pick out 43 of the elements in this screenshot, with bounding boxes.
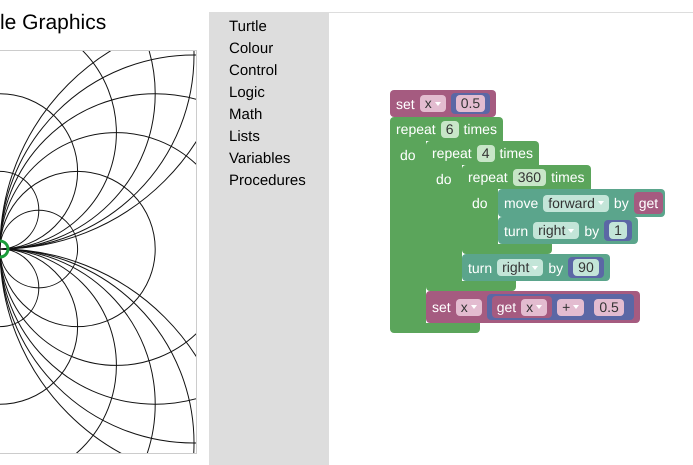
block-label: by: [584, 222, 600, 240]
block-label: repeat: [396, 120, 436, 138]
repeat-count-field[interactable]: 6: [440, 120, 458, 138]
block-label: get: [496, 298, 516, 316]
repeat-count-field[interactable]: 4: [476, 144, 494, 162]
variable-dropdown[interactable]: x: [521, 298, 548, 316]
number-field[interactable]: 1: [609, 222, 627, 239]
toolbox-category[interactable]: Lists: [209, 126, 329, 148]
block-label: move: [504, 194, 538, 212]
variable-dropdown[interactable]: x: [420, 95, 446, 112]
number-field[interactable]: 0.5: [594, 298, 624, 316]
block-label: do: [436, 171, 452, 187]
variable-dropdown[interactable]: x: [456, 298, 482, 316]
block-label: turn: [468, 258, 492, 276]
block-label: times: [500, 144, 533, 162]
number-field[interactable]: 0.5: [456, 95, 486, 112]
turtle-icon: [0, 240, 10, 258]
block-label: repeat: [432, 144, 472, 162]
block-label: set: [432, 298, 451, 316]
page-title: le Graphics: [0, 10, 108, 36]
toolbox-category[interactable]: Logic: [209, 82, 329, 104]
block-label: repeat: [468, 168, 508, 186]
direction-dropdown[interactable]: right: [497, 259, 544, 276]
block-label: by: [548, 258, 564, 276]
direction-dropdown[interactable]: forward: [543, 194, 609, 212]
block-label: do: [472, 195, 488, 211]
toolbox-category[interactable]: Math: [209, 104, 329, 126]
toolbox-category[interactable]: Variables: [209, 148, 329, 170]
direction-dropdown[interactable]: right: [533, 222, 580, 239]
toolbox-category[interactable]: Control: [209, 60, 329, 82]
block-label: times: [551, 168, 585, 186]
repeat-count-field[interactable]: 360: [512, 168, 546, 186]
toolbox-category[interactable]: Procedures: [209, 170, 329, 192]
block-label: times: [464, 120, 497, 138]
number-field[interactable]: 90: [573, 259, 599, 276]
toolbox-category[interactable]: Turtle: [209, 16, 329, 38]
block-label: turn: [504, 222, 528, 240]
toolbox-category[interactable]: Colour: [209, 38, 329, 60]
block-label: set: [396, 94, 415, 112]
block-label: by: [614, 194, 629, 212]
operator-dropdown[interactable]: +: [557, 298, 584, 316]
block-label: do: [400, 147, 416, 163]
block-label: get: [638, 194, 658, 212]
